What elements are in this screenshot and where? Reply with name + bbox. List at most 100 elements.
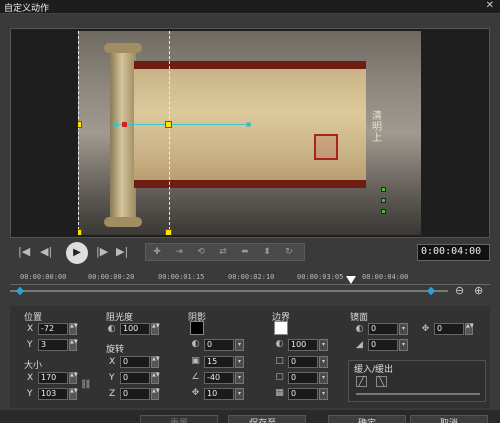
resize-handle-bottom-left[interactable] — [78, 229, 82, 235]
preview-canvas[interactable]: 清 明 上 — [78, 31, 421, 235]
size-y-field[interactable]: 103 — [38, 388, 68, 400]
fade-slider[interactable] — [356, 393, 480, 395]
border-blur-field[interactable]: 0 — [288, 388, 318, 400]
mirror-rot-spinner[interactable]: ▲▼ — [465, 323, 474, 335]
position-y-label: Y — [27, 340, 33, 350]
mirror-offset-field[interactable]: 0 — [368, 339, 398, 351]
shadow-color-swatch[interactable] — [190, 321, 204, 335]
rotation-x-spinner[interactable]: ▲▼ — [151, 356, 160, 368]
fade-in-icon[interactable]: ╱ — [356, 376, 367, 387]
size-title: 大小 — [24, 361, 43, 371]
window-title: 自定义动作 — [4, 4, 50, 14]
border-opacity-icon: ◐ — [275, 339, 284, 349]
border-blur-dropdown[interactable]: ▾ — [319, 388, 328, 400]
rod-cap-bottom — [104, 217, 142, 227]
shadow-distance-field[interactable]: 10 — [204, 388, 234, 400]
mirror-offset-dropdown[interactable]: ▾ — [399, 339, 408, 351]
link-aspect-icon[interactable]: ⛓ — [80, 380, 91, 391]
timeline-track[interactable] — [10, 290, 448, 292]
rotation-z-field[interactable]: 0 — [120, 388, 150, 400]
resize-handle-center[interactable] — [165, 121, 172, 128]
title-bar: 自定义动作 ✕ — [0, 0, 500, 14]
timeline-ruler[interactable]: 00:00:00:00 00:00:00:20 00:00:01:15 00:0… — [10, 271, 490, 285]
shadow-size-dropdown[interactable]: ▾ — [235, 356, 244, 368]
border-opacity-dropdown[interactable]: ▾ — [319, 339, 328, 351]
size-x-field[interactable]: 170 — [38, 372, 68, 384]
size-x-spinner[interactable]: ▲▼ — [69, 372, 78, 384]
position-x-spinner[interactable]: ▲▼ — [69, 323, 78, 335]
opacity-field[interactable]: 100 — [120, 323, 150, 335]
path-point-start[interactable] — [113, 122, 118, 127]
position-x-field[interactable]: -72 — [38, 323, 68, 335]
mirror-opacity-dropdown[interactable]: ▾ — [399, 323, 408, 335]
crop-handle-top[interactable] — [381, 187, 386, 192]
border-width-dropdown[interactable]: ▾ — [319, 356, 328, 368]
keyframe-end[interactable] — [426, 286, 436, 296]
border-width-field[interactable]: 0 — [288, 356, 318, 368]
border-opacity-field[interactable]: 100 — [288, 339, 318, 351]
shadow-size-field[interactable]: 15 — [204, 356, 234, 368]
size-y-label: Y — [27, 389, 33, 399]
border-width-icon: □ — [275, 356, 284, 366]
mirror-move-icon: ✥ — [421, 324, 430, 334]
add-keyframe-icon[interactable]: ✚ — [150, 246, 164, 258]
prev-frame-icon[interactable]: ◀| — [40, 245, 52, 259]
rotate-right-icon[interactable]: ↻ — [282, 246, 296, 258]
flip-vertical-icon[interactable]: ⬍ — [260, 246, 274, 258]
rotation-y-field[interactable]: 0 — [120, 372, 150, 384]
position-y-field[interactable]: 3 — [38, 339, 68, 351]
border-style-dropdown[interactable]: ▾ — [319, 372, 328, 384]
next-frame-icon[interactable]: |▶ — [96, 245, 108, 259]
keyframe-tools: ✚ ⇥ ⟲ ⇄ ⬌ ⬍ ↻ — [145, 243, 305, 261]
guide-line-right — [169, 31, 170, 235]
crop-handle-mid[interactable] — [381, 198, 386, 203]
size-y-spinner[interactable]: ▲▼ — [69, 388, 78, 400]
go-start-icon[interactable]: |◀ — [18, 245, 30, 259]
shadow-angle-dropdown[interactable]: ▾ — [235, 372, 244, 384]
resize-handle-bottom-center[interactable] — [165, 229, 172, 235]
path-point-end[interactable] — [246, 122, 251, 127]
shadow-opacity-field[interactable]: 0 — [204, 339, 234, 351]
shadow-angle-icon: ∠ — [191, 372, 200, 382]
close-icon[interactable]: ✕ — [486, 0, 494, 11]
resize-handle-left[interactable] — [78, 121, 82, 128]
border-style-field[interactable]: 0 — [288, 372, 318, 384]
reset-button[interactable]: 重置 — [140, 415, 218, 423]
move-keyframe-icon[interactable]: ⇥ — [172, 246, 186, 258]
position-y-spinner[interactable]: ▲▼ — [69, 339, 78, 351]
scroll-rod-image — [110, 49, 136, 227]
rod-cap-top — [104, 43, 142, 53]
swap-icon[interactable]: ⇄ — [216, 246, 230, 258]
timecode-field[interactable]: 0:00:04:00 — [417, 244, 490, 261]
shadow-angle-field[interactable]: -40 — [204, 372, 234, 384]
keyframe-start[interactable] — [15, 286, 25, 296]
border-color-swatch[interactable] — [274, 321, 288, 335]
tick-label: 00:00:02:10 — [228, 273, 275, 281]
shadow-distance-icon: ✥ — [191, 388, 200, 398]
mirror-rot-field[interactable]: 0 — [434, 323, 464, 335]
shadow-distance-dropdown[interactable]: ▾ — [235, 388, 244, 400]
save-to-button[interactable]: 保存至... — [228, 415, 306, 423]
ok-button[interactable]: 确定 — [328, 415, 406, 423]
rotate-left-icon[interactable]: ⟲ — [194, 246, 208, 258]
rotation-x-field[interactable]: 0 — [120, 356, 150, 368]
transport-bar: |◀ ◀| ▶ |▶ ▶| ✚ ⇥ ⟲ ⇄ ⬌ ⬍ ↻ 0:00:04:00 — [10, 242, 490, 264]
go-end-icon[interactable]: ▶| — [116, 245, 128, 259]
cancel-button[interactable]: 取消 — [410, 415, 488, 423]
shadow-size-icon: ▣ — [191, 356, 200, 366]
properties-panel: 位置 X -72 ▲▼ Y 3 ▲▼ 大小 X 170 ▲▼ Y 103 ▲▼ … — [10, 306, 490, 408]
path-point-red[interactable] — [122, 122, 127, 127]
shadow-opacity-dropdown[interactable]: ▾ — [235, 339, 244, 351]
rotation-y-spinner[interactable]: ▲▼ — [151, 372, 160, 384]
border-blur-icon: ▦ — [275, 388, 284, 398]
zoom-out-icon[interactable]: ⊖ — [455, 284, 464, 297]
play-button[interactable]: ▶ — [66, 242, 88, 264]
fade-out-icon[interactable]: ╲ — [376, 376, 387, 387]
tick-label: 00:00:01:15 — [158, 273, 205, 281]
rotation-z-spinner[interactable]: ▲▼ — [151, 388, 160, 400]
crop-handle-bottom[interactable] — [381, 209, 386, 214]
flip-horizontal-icon[interactable]: ⬌ — [238, 246, 252, 258]
opacity-spinner[interactable]: ▲▼ — [151, 323, 160, 335]
mirror-opacity-field[interactable]: 0 — [368, 323, 398, 335]
zoom-in-icon[interactable]: ⊕ — [474, 284, 483, 297]
